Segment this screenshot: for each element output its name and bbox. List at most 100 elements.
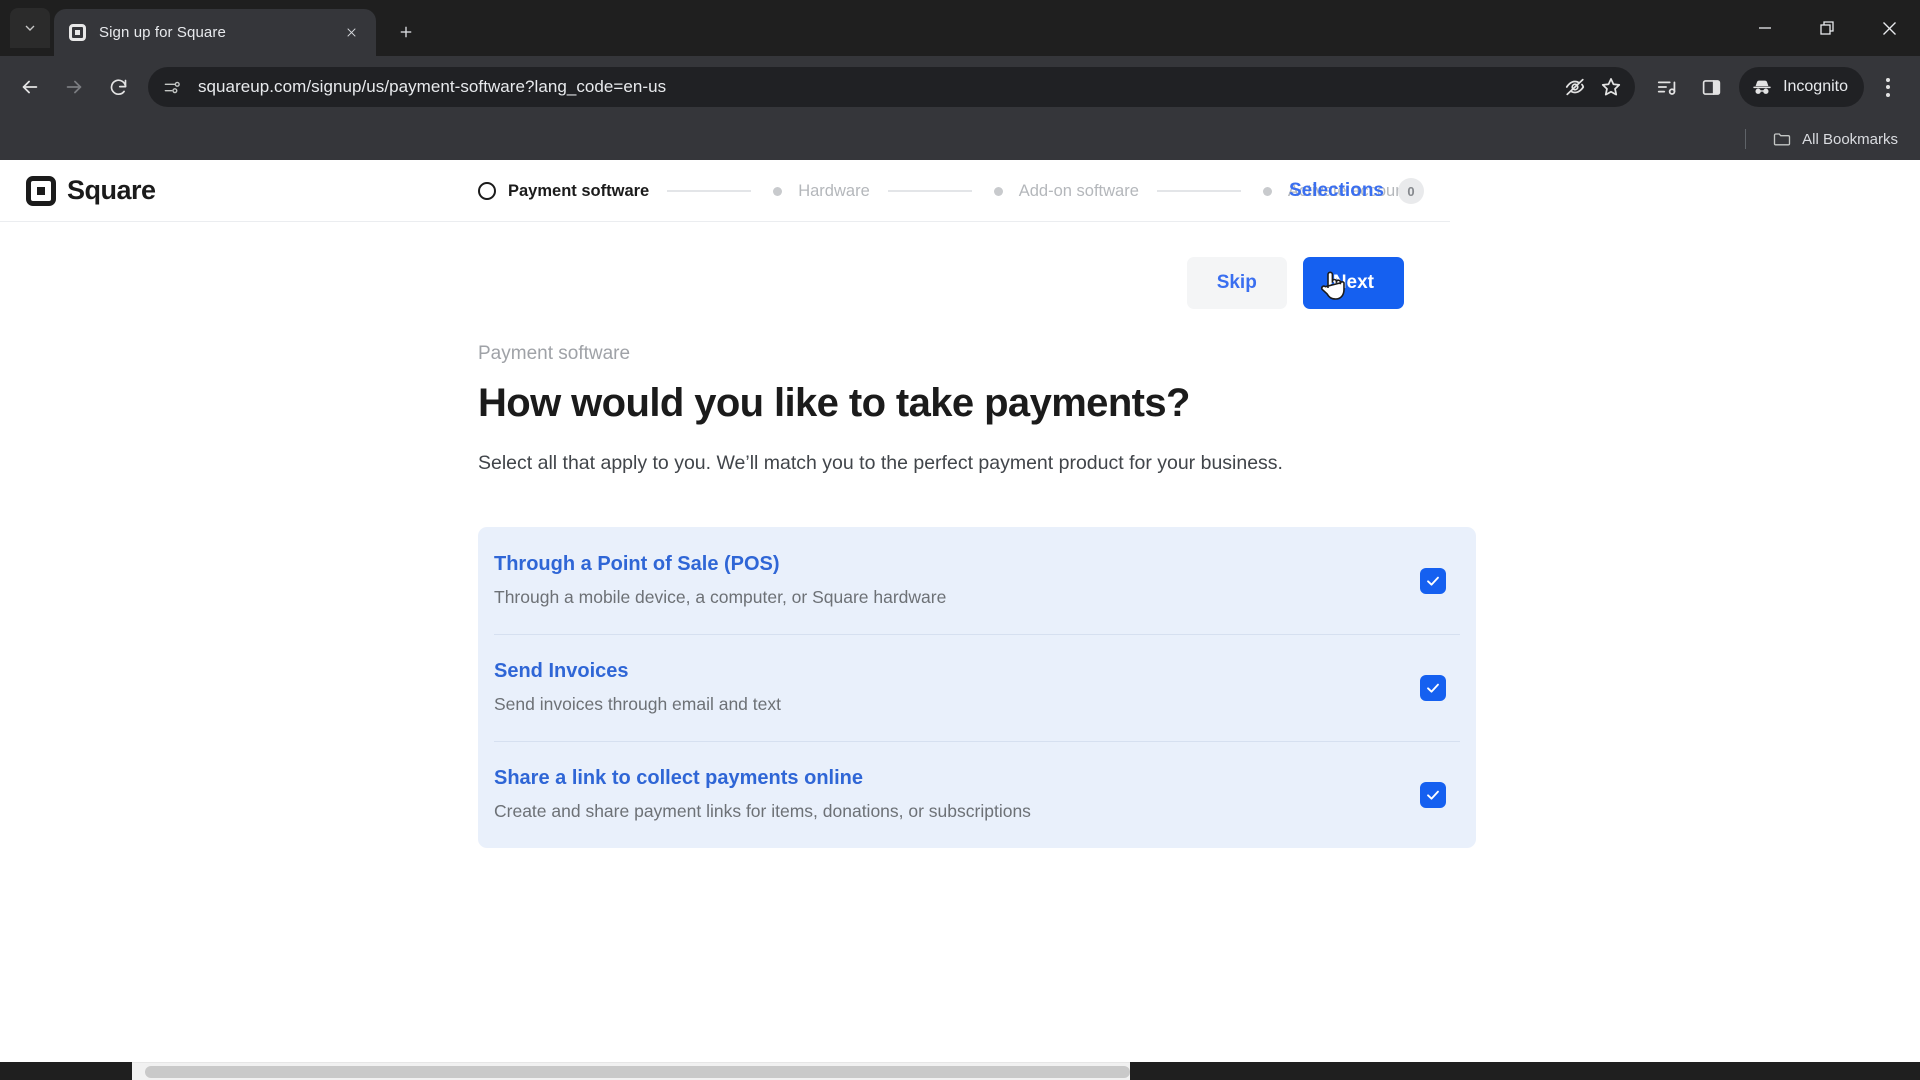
next-button[interactable]: Next: [1302, 257, 1404, 309]
option-text: Through a Point of Sale (POS) Through a …: [494, 553, 1420, 608]
option-checkbox[interactable]: [1420, 567, 1446, 594]
step-pending-icon: [773, 186, 783, 196]
divider: [1745, 129, 1747, 149]
bookmarks-bar: All Bookmarks: [0, 118, 1920, 160]
selections-button[interactable]: Selections 0: [1289, 160, 1424, 222]
site-settings-button[interactable]: [156, 71, 188, 103]
arrow-right-icon: [66, 80, 82, 94]
browser-toolbar: squareup.com/signup/us/payment-software?…: [0, 56, 1920, 118]
tab-strip: Sign up for Square: [0, 0, 1920, 56]
page-viewport: Square Payment software Hardware Add-on …: [0, 160, 1920, 1080]
close-window-button[interactable]: [1858, 0, 1920, 56]
all-bookmarks-button[interactable]: All Bookmarks: [1764, 124, 1906, 154]
step-current-icon: [478, 182, 496, 200]
arrow-left-icon: [22, 80, 38, 94]
chrome-menu-button[interactable]: [1866, 65, 1910, 109]
option-title: Send Invoices: [494, 660, 629, 682]
selections-label: Selections: [1288, 180, 1384, 201]
check-icon: [1427, 790, 1439, 800]
option-description: Through a mobile device, a computer, or …: [494, 587, 947, 607]
brand-name: Square: [67, 175, 156, 205]
minimize-button[interactable]: [1734, 0, 1796, 56]
step-pending-icon: [993, 186, 1003, 196]
option-checkbox[interactable]: [1420, 674, 1446, 701]
new-tab-button[interactable]: [386, 12, 426, 52]
section-eyebrow: Payment software: [478, 343, 631, 364]
option-text: Share a link to collect payments online …: [494, 767, 1420, 822]
selections-count-badge: 0: [1398, 178, 1424, 204]
media-playlist-icon: [1657, 81, 1676, 95]
side-panel-icon: [1702, 79, 1720, 95]
option-text: Send Invoices Send invoices through emai…: [494, 660, 1420, 715]
skip-button[interactable]: Skip: [1186, 257, 1287, 309]
option-invoices[interactable]: Send Invoices Send invoices through emai…: [478, 634, 1476, 741]
chevron-down-icon: [25, 25, 35, 31]
square-logo-icon: [26, 175, 56, 206]
scrollbar-track-left[interactable]: [0, 1062, 132, 1080]
scrollbar-thumb[interactable]: [145, 1065, 1130, 1078]
tab-title: Sign up for Square: [99, 24, 226, 41]
browser-window: Sign up for Square squareup.com/signup/u…: [0, 0, 1920, 1080]
option-payment-links[interactable]: Share a link to collect payments online …: [478, 741, 1476, 848]
omnibox-actions: [1557, 69, 1629, 105]
menu-dot: [1886, 85, 1890, 89]
step-label: Add-on software: [1018, 181, 1139, 200]
scrollbar-track-right[interactable]: [1130, 1062, 1920, 1080]
all-bookmarks-label: All Bookmarks: [1802, 130, 1898, 148]
option-description: Create and share payment links for items…: [494, 801, 1031, 821]
tracking-protection-button[interactable]: [1557, 69, 1593, 105]
square-logo[interactable]: Square: [26, 175, 156, 206]
incognito-icon: [1753, 80, 1771, 94]
incognito-indicator[interactable]: Incognito: [1739, 67, 1864, 107]
forward-button[interactable]: [52, 65, 96, 109]
close-icon: [346, 28, 356, 37]
step-connector: [1156, 190, 1241, 192]
address-bar[interactable]: squareup.com/signup/us/payment-software?…: [148, 67, 1636, 107]
bookmark-star-button[interactable]: [1593, 69, 1629, 105]
payment-options-list: Through a Point of Sale (POS) Through a …: [478, 527, 1476, 848]
site-header: Square Payment software Hardware Add-on …: [0, 160, 1450, 222]
tab-close-button[interactable]: [338, 20, 364, 46]
browser-tab[interactable]: Sign up for Square: [54, 9, 376, 56]
step-connector: [667, 190, 752, 192]
step-pending-icon: [1262, 186, 1272, 196]
incognito-label: Incognito: [1783, 78, 1848, 95]
next-button-label: Next: [1332, 272, 1374, 293]
tune-icon: [164, 81, 180, 93]
main-content: Payment software How would you like to t…: [0, 309, 1476, 848]
close-icon: [1882, 21, 1896, 35]
restore-button[interactable]: [1796, 0, 1858, 56]
step-connector: [887, 190, 972, 192]
back-button[interactable]: [8, 65, 52, 109]
step-addon-software[interactable]: Add-on software: [990, 182, 1139, 201]
option-pos[interactable]: Through a Point of Sale (POS) Through a …: [478, 527, 1476, 634]
option-checkbox[interactable]: [1420, 781, 1446, 808]
url-text[interactable]: squareup.com/signup/us/payment-software?…: [198, 77, 1557, 97]
eye-off-icon: [1565, 78, 1585, 96]
plus-icon: [400, 26, 412, 38]
option-description: Send invoices through email and text: [494, 694, 781, 714]
page-title: How would you like to take payments?: [478, 381, 1190, 425]
step-label: Payment software: [508, 181, 650, 200]
window-controls: [1734, 0, 1920, 56]
step-payment-software[interactable]: Payment software: [478, 182, 649, 201]
restore-icon: [1819, 20, 1834, 35]
option-title: Share a link to collect payments online: [494, 767, 863, 789]
star-icon: [1601, 78, 1621, 96]
side-panel-button[interactable]: [1689, 65, 1733, 109]
progress-stepper: Payment software Hardware Add-on softwar…: [478, 160, 1409, 222]
signup-page: Square Payment software Hardware Add-on …: [0, 160, 1476, 1080]
folder-icon: [1773, 133, 1791, 146]
step-label: Hardware: [798, 181, 870, 200]
action-bar: Skip Next: [0, 222, 1450, 309]
page-subtitle: Select all that apply to you. We’ll matc…: [478, 452, 1283, 474]
check-icon: [1427, 683, 1439, 693]
reload-button[interactable]: [96, 65, 140, 109]
media-control-button[interactable]: [1645, 65, 1689, 109]
step-hardware[interactable]: Hardware: [769, 182, 870, 201]
option-title: Through a Point of Sale (POS): [494, 553, 780, 575]
tab-search-button[interactable]: [10, 8, 50, 48]
square-favicon: [68, 23, 87, 42]
minimize-icon: [1759, 27, 1771, 29]
menu-dot: [1886, 77, 1890, 82]
